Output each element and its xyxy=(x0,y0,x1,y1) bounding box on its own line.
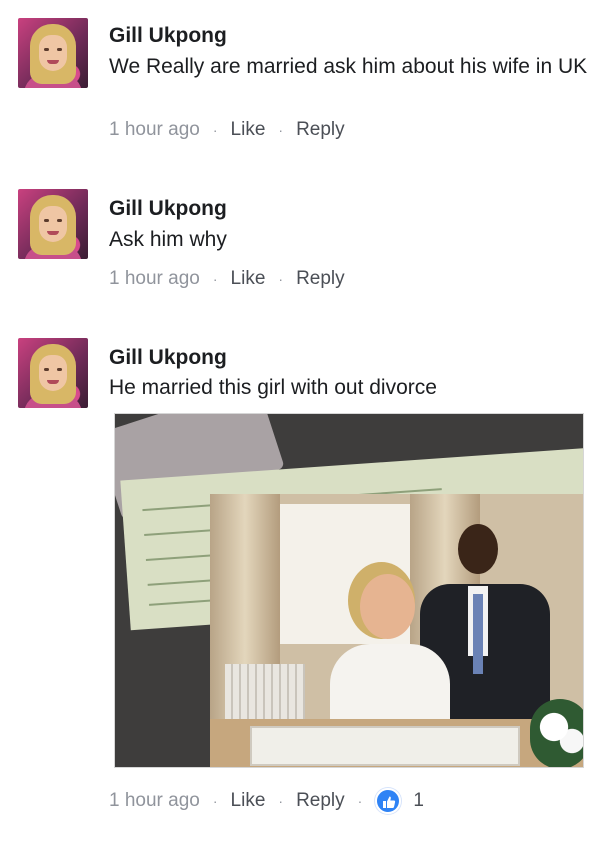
separator: · xyxy=(212,122,218,138)
separator: · xyxy=(278,122,284,138)
reply-button[interactable]: Reply xyxy=(296,119,345,141)
comment-text: Ask him why xyxy=(109,228,227,251)
comment-text: He married this girl with out divorce xyxy=(109,376,437,399)
comment-actions: 1 hour ago · Like · Reply xyxy=(109,119,345,141)
separator: · xyxy=(212,793,218,809)
separator: · xyxy=(278,271,284,287)
separator: · xyxy=(212,271,218,287)
comment-author[interactable]: Gill Ukpong xyxy=(109,24,227,48)
comment-text: We Really are married ask him about his … xyxy=(109,55,588,78)
reply-button[interactable]: Reply xyxy=(296,790,345,812)
separator: · xyxy=(278,793,284,809)
like-button[interactable]: Like xyxy=(231,268,266,290)
avatar[interactable] xyxy=(18,189,88,259)
comment-author[interactable]: Gill Ukpong xyxy=(109,346,227,370)
reaction-count[interactable]: 1 xyxy=(413,790,424,812)
avatar[interactable] xyxy=(18,338,88,408)
timestamp[interactable]: 1 hour ago xyxy=(109,790,200,812)
like-button[interactable]: Like xyxy=(231,790,266,812)
attached-photo[interactable] xyxy=(114,413,584,768)
timestamp[interactable]: 1 hour ago xyxy=(109,119,200,141)
separator: · xyxy=(357,793,363,809)
timestamp[interactable]: 1 hour ago xyxy=(109,268,200,290)
avatar[interactable] xyxy=(18,18,88,88)
like-button[interactable]: Like xyxy=(231,119,266,141)
comment-actions: 1 hour ago · Like · Reply xyxy=(109,268,345,290)
thumbs-up-icon[interactable] xyxy=(375,788,402,814)
comment-author[interactable]: Gill Ukpong xyxy=(109,197,227,221)
reply-button[interactable]: Reply xyxy=(296,268,345,290)
comment-actions: 1 hour ago · Like · Reply · 1 xyxy=(109,788,424,814)
